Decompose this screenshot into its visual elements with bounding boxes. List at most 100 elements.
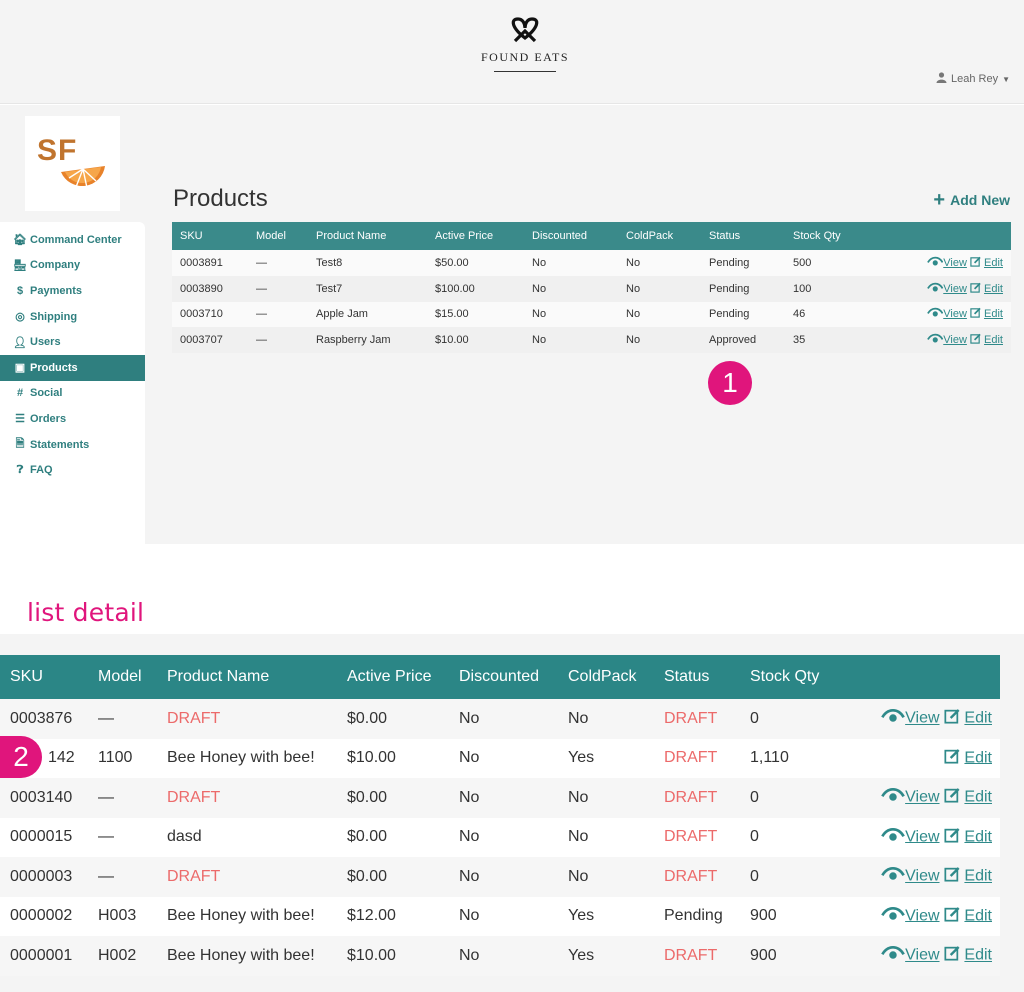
sidebar-item-orders[interactable]: ☰ Orders: [0, 406, 145, 432]
view-link[interactable]: View: [905, 710, 939, 727]
edit-icon: [970, 256, 981, 270]
table-row[interactable]: 0003140— DRAFT $0.00 No No DRAFT 0 View Edit: [0, 778, 1000, 818]
column-header[interactable]: Model: [88, 655, 157, 699]
edit-link[interactable]: Edit: [964, 868, 992, 885]
add-new-button[interactable]: + Add New: [933, 190, 1010, 210]
table-cell: $10.00: [337, 936, 449, 976]
edit-link[interactable]: Edit: [964, 947, 992, 964]
table-cell: No: [558, 857, 654, 897]
hashtag-icon: #: [16, 387, 24, 400]
table-cell: 1100: [88, 738, 157, 778]
sidebar-item-statements[interactable]: 🗎︎ Statements: [0, 432, 145, 458]
column-header[interactable]: Model: [248, 222, 308, 250]
table-cell: Pending: [701, 275, 785, 302]
sidebar-item-users[interactable]: 👤︎ Users: [0, 329, 145, 355]
sidebar-item-products[interactable]: ▣ Products: [0, 354, 145, 381]
column-header-actions: [893, 222, 1011, 250]
edit-icon: [970, 282, 981, 296]
table-cell: $15.00: [427, 301, 524, 328]
user-menu[interactable]: Leah Rey ▼: [936, 72, 1010, 86]
table-cell: 1,110: [740, 738, 858, 778]
column-header[interactable]: Discounted: [524, 222, 618, 250]
column-header[interactable]: ColdPack: [618, 222, 701, 250]
column-header[interactable]: Status: [701, 222, 785, 250]
table-cell: H002: [88, 936, 157, 976]
eye-icon: [881, 866, 905, 887]
table-cell: No: [524, 327, 618, 354]
table-cell: 900: [740, 936, 858, 976]
table-cell: 0003710: [172, 301, 248, 328]
sidebar-item-label: Users: [30, 336, 61, 349]
edit-icon: [970, 307, 981, 321]
sidebar-item-social[interactable]: # Social: [0, 381, 145, 407]
table-cell: —: [248, 250, 308, 276]
view-link[interactable]: View: [905, 947, 939, 964]
table-row[interactable]: 142 1100 Bee Honey with bee! $10.00 No Yes DRA…: [0, 738, 1000, 778]
sidebar-item-faq[interactable]: ❓︎ FAQ: [0, 457, 145, 483]
view-link[interactable]: View: [905, 907, 939, 924]
edit-link[interactable]: Edit: [984, 283, 1003, 295]
table-cell: —: [88, 778, 157, 818]
table-row[interactable]: 0000003— DRAFT $0.00 No No DRAFT 0 View Edit: [0, 857, 1000, 897]
row-actions: View Edit: [858, 857, 1000, 897]
table-cell: 0003140: [0, 778, 88, 818]
table-cell: 0: [740, 699, 858, 739]
column-header[interactable]: Active Price: [427, 222, 524, 250]
table-cell: No: [449, 936, 558, 976]
table-row[interactable]: 0000002 H003 Bee Honey with bee! $12.00 No Ye…: [0, 896, 1000, 936]
edit-link[interactable]: Edit: [964, 710, 992, 727]
view-link[interactable]: View: [943, 283, 967, 295]
table-row[interactable]: 0003891— Test8 $50.00 No No Pending 500 View Ed…: [172, 250, 1011, 276]
column-header[interactable]: Stock Qty: [740, 655, 858, 699]
column-header[interactable]: Stock Qty: [785, 222, 893, 250]
table-row[interactable]: 0000015— dasd $0.00 No No DRAFT 0 View Edit: [0, 817, 1000, 857]
table-row[interactable]: 0003710— Apple Jam $15.00 No No Pending 46 View…: [172, 301, 1011, 328]
table-row[interactable]: 0003890— Test7 $100.00 No No Pending 100 View E…: [172, 275, 1011, 302]
sidebar-item-payments[interactable]: $ Payments: [0, 278, 145, 304]
table-cell: Bee Honey with bee!: [157, 896, 337, 936]
view-link[interactable]: View: [905, 868, 939, 885]
sidebar-item-shipping[interactable]: ◎ Shipping: [0, 304, 145, 330]
view-link[interactable]: View: [905, 789, 939, 806]
home-icon: 🏠︎: [13, 234, 27, 247]
table-row[interactable]: 0003876— DRAFT $0.00 No No DRAFT 0 View Edit: [0, 699, 1000, 739]
app-body: SF 🏠︎ Command Center 🏪︎ Company $ Payments ◎ Sh…: [0, 105, 1024, 544]
table-cell: $100.00: [427, 275, 524, 302]
edit-link[interactable]: Edit: [984, 308, 1003, 320]
eye-icon: [926, 256, 944, 270]
eye-icon: [881, 787, 905, 808]
column-header[interactable]: Active Price: [337, 655, 449, 699]
main-content: Products + Add New SKU Model Product Name A…: [172, 105, 1012, 544]
annotation-badge-1: 1: [708, 361, 752, 405]
view-link[interactable]: View: [943, 308, 967, 320]
column-header-actions: [858, 655, 1000, 699]
column-header[interactable]: SKU: [0, 655, 88, 699]
edit-icon: [944, 708, 960, 729]
edit-link[interactable]: Edit: [984, 334, 1003, 346]
edit-link[interactable]: Edit: [964, 828, 992, 845]
column-header[interactable]: Status: [654, 655, 740, 699]
column-header[interactable]: Product Name: [308, 222, 427, 250]
edit-icon: [944, 748, 960, 769]
table-row[interactable]: 0003707— Raspberry Jam $10.00 No No Approved 3…: [172, 327, 1011, 354]
pretzel-icon: [511, 17, 539, 43]
found-eats-logo[interactable]: FOUND EATS: [460, 16, 590, 72]
table-cell: 0003890: [172, 275, 248, 302]
column-header[interactable]: Discounted: [449, 655, 558, 699]
edit-link[interactable]: Edit: [964, 749, 992, 766]
table-cell: No: [558, 699, 654, 739]
table-cell: Test8: [308, 250, 427, 276]
person-icon: [936, 72, 947, 86]
edit-link[interactable]: Edit: [984, 257, 1003, 269]
sidebar-item-command-center[interactable]: 🏠︎ Command Center: [0, 227, 145, 253]
sidebar-item-company[interactable]: 🏪︎ Company: [0, 253, 145, 279]
column-header[interactable]: SKU: [172, 222, 248, 250]
edit-link[interactable]: Edit: [964, 789, 992, 806]
table-row[interactable]: 0000001 H002 Bee Honey with bee! $10.00 No Ye…: [0, 936, 1000, 976]
edit-link[interactable]: Edit: [964, 907, 992, 924]
view-link[interactable]: View: [905, 828, 939, 845]
view-link[interactable]: View: [943, 257, 967, 269]
view-link[interactable]: View: [943, 334, 967, 346]
column-header[interactable]: ColdPack: [558, 655, 654, 699]
column-header[interactable]: Product Name: [157, 655, 337, 699]
